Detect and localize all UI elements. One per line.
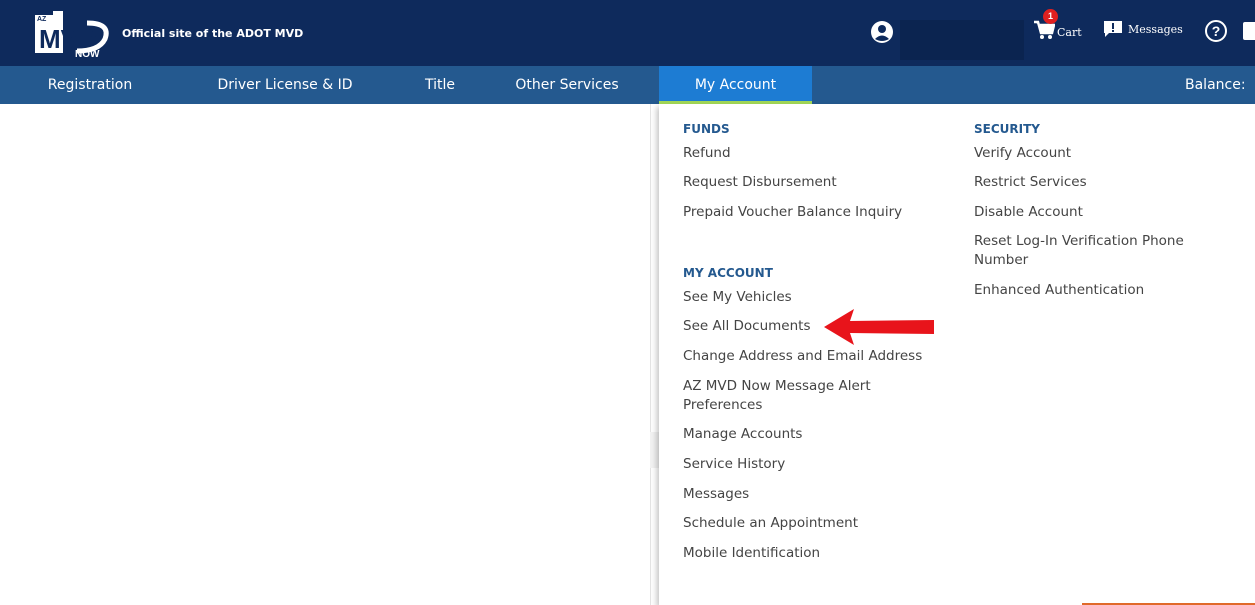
nav-title[interactable]: Title [410,66,470,104]
security-section-title: SECURITY [974,122,1040,136]
nav-other-services[interactable]: Other Services [507,66,627,104]
menu-link-schedule-appointment[interactable]: Schedule an Appointment [683,513,858,533]
user-icon[interactable] [870,20,894,44]
menu-link-refund[interactable]: Refund [683,143,731,163]
my-account-section-title: MY ACCOUNT [683,266,773,280]
messages-label: Messages [1128,22,1183,36]
nav-registration[interactable]: Registration [40,66,140,104]
menu-link-see-my-vehicles[interactable]: See My Vehicles [683,287,792,307]
menu-link-message-alert-preferences[interactable]: Preferences [683,395,762,415]
menu-link-see-all-documents[interactable]: See All Documents [683,316,810,336]
messages-button[interactable]: Messages [1103,20,1183,38]
menu-link-manage-accounts[interactable]: Manage Accounts [683,424,802,444]
my-account-dropdown: FUNDS Refund Request Disbursement Prepai… [659,104,1255,605]
red-arrow-icon [824,309,934,345]
balance-label: Balance: [1185,77,1246,93]
cart-button[interactable]: 1 Cart [1033,9,1082,40]
menu-link-reset-login-phone-number[interactable]: Number [974,250,1028,270]
menu-link-mobile-identification[interactable]: Mobile Identification [683,543,820,563]
user-name[interactable] [900,20,1024,60]
messages-icon [1104,21,1122,37]
help-icon[interactable]: ? [1205,20,1227,42]
main-nav: Registration Driver License & ID Title O… [0,66,1255,104]
cart-label: Cart [1057,25,1082,39]
menu-link-disable-account[interactable]: Disable Account [974,202,1083,222]
cart-icon: 1 [1033,9,1058,40]
menu-link-message-alert[interactable]: AZ MVD Now Message Alert [683,376,871,396]
menu-link-verify-account[interactable]: Verify Account [974,143,1071,163]
top-header: AZ MVD NOW Official site of the ADOT MVD… [0,0,1255,66]
content-divider [650,104,651,605]
menu-link-service-history[interactable]: Service History [683,454,785,474]
nav-driver-license[interactable]: Driver License & ID [205,66,365,104]
menu-link-restrict-services[interactable]: Restrict Services [974,172,1087,192]
menu-link-request-disbursement[interactable]: Request Disbursement [683,172,837,192]
menu-link-enhanced-authentication[interactable]: Enhanced Authentication [974,280,1144,300]
menu-link-messages[interactable]: Messages [683,484,749,504]
site-tagline: Official site of the ADOT MVD [122,27,304,40]
cart-count-badge: 1 [1043,9,1058,24]
menu-link-prepaid-voucher[interactable]: Prepaid Voucher Balance Inquiry [683,202,902,222]
mvd-now-logo[interactable]: AZ MVD NOW [33,9,115,59]
menu-link-change-address[interactable]: Change Address and Email Address [683,346,922,366]
nav-my-account[interactable]: My Account [659,66,812,104]
menu-link-reset-login-phone[interactable]: Reset Log-In Verification Phone [974,231,1184,251]
logo-now-text: NOW [75,49,100,59]
feedback-icon[interactable] [1243,22,1255,40]
logo-az-text: AZ [37,16,47,23]
background-element [650,432,659,468]
funds-section-title: FUNDS [683,122,730,136]
